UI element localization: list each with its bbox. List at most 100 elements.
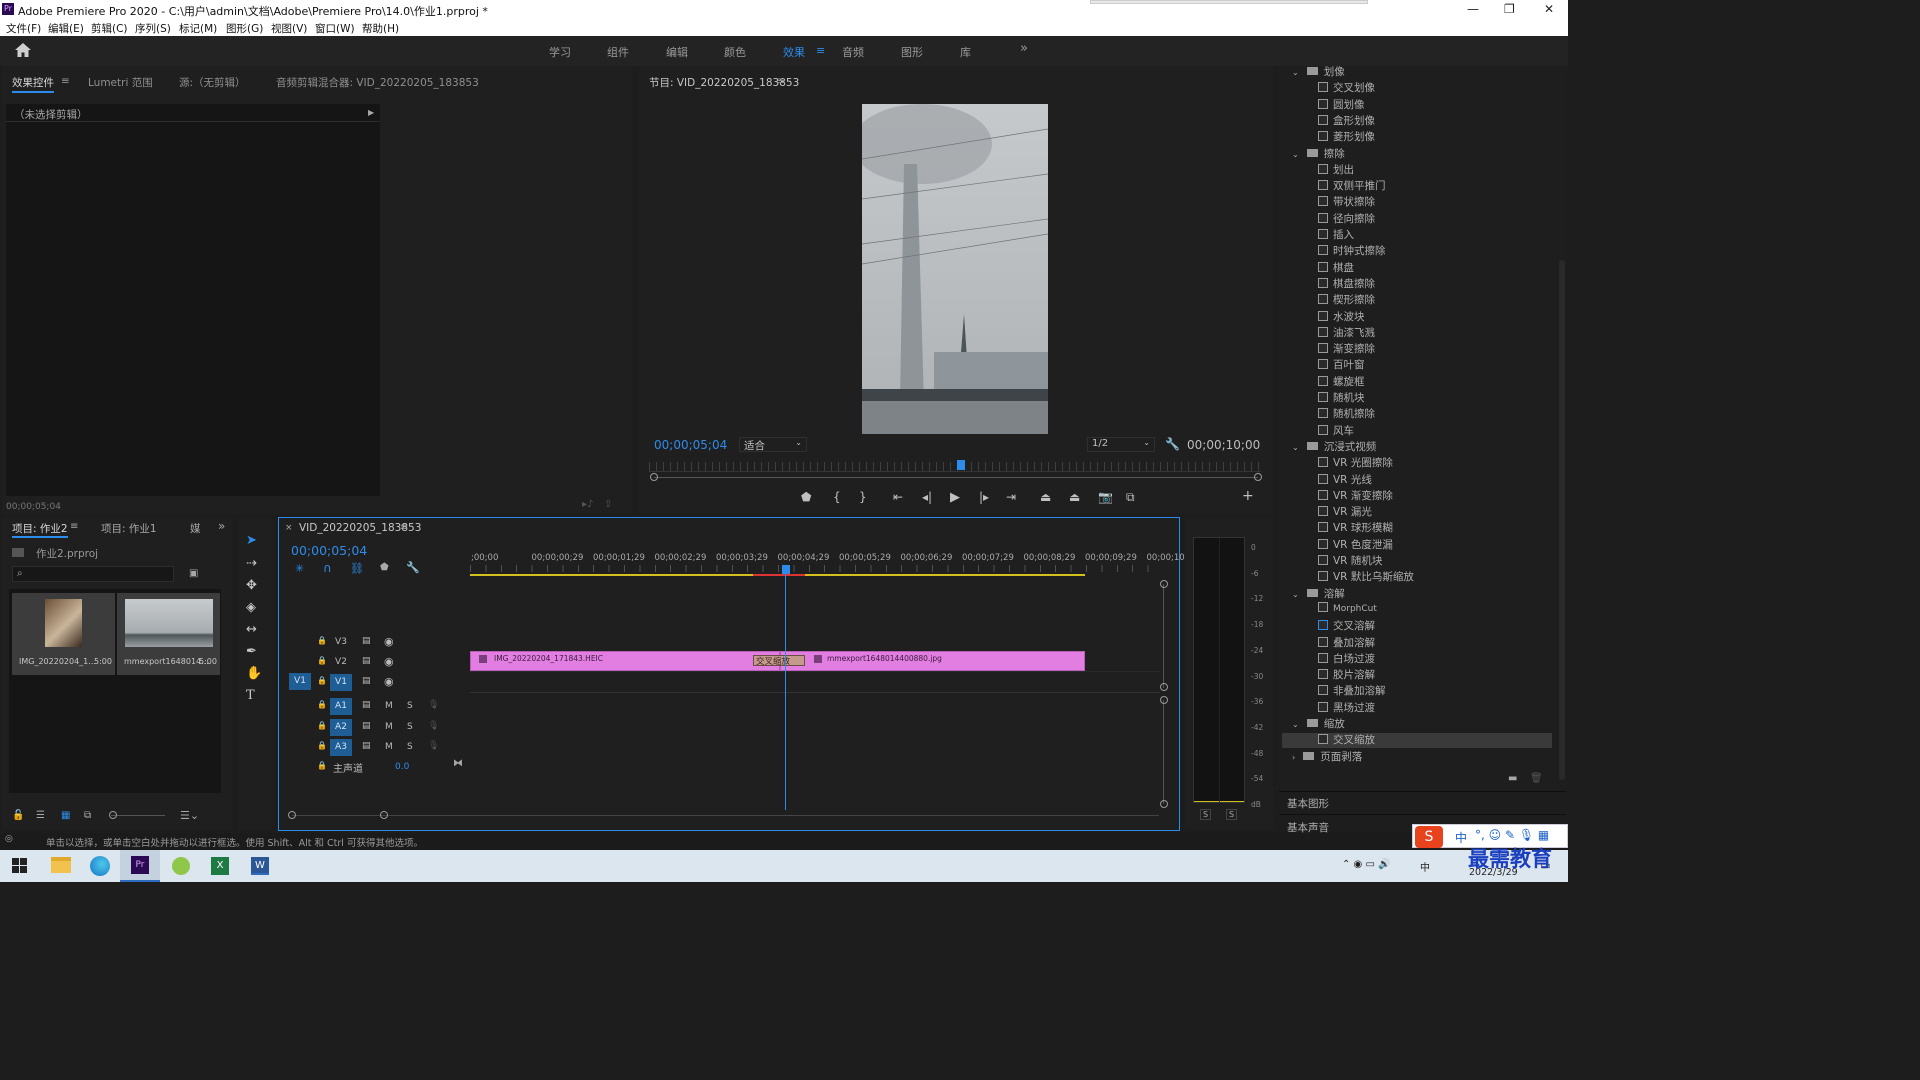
step-back-icon[interactable]: ◂| bbox=[922, 490, 932, 504]
tab-media-browser[interactable]: 媒 bbox=[190, 521, 201, 536]
effects-item[interactable]: 交叉溶解 bbox=[1318, 618, 1375, 633]
maximize-button[interactable]: ❐ bbox=[1504, 2, 1515, 16]
track-label[interactable]: V2 bbox=[330, 654, 352, 671]
effects-item[interactable]: 盒形划像 bbox=[1318, 113, 1375, 128]
snap-icon[interactable]: ∩ bbox=[323, 561, 332, 575]
vertical-scroll-v[interactable] bbox=[1163, 584, 1164, 688]
zoom-slider-handle[interactable] bbox=[109, 811, 117, 819]
timeline-timecode[interactable]: 00;00;05;04 bbox=[291, 543, 367, 558]
master-transition-icon[interactable]: ⧓ bbox=[453, 758, 463, 769]
menu-file[interactable]: 文件(F) bbox=[6, 21, 41, 36]
effects-item[interactable]: 棋盘擦除 bbox=[1318, 276, 1375, 291]
mute-button[interactable]: M bbox=[385, 722, 393, 732]
mark-out-icon[interactable]: } bbox=[859, 490, 867, 504]
camera-icon[interactable]: 📷 bbox=[1098, 490, 1113, 504]
effects-item[interactable]: VR 光线 bbox=[1318, 472, 1372, 487]
excel-icon[interactable]: X bbox=[211, 857, 229, 875]
home-icon[interactable] bbox=[15, 43, 31, 57]
selection-tool-icon[interactable]: ➤ bbox=[246, 533, 257, 548]
effects-item[interactable]: 楔形擦除 bbox=[1318, 292, 1375, 307]
add-marker-icon[interactable]: ⬟ bbox=[380, 562, 389, 573]
linked-selection-icon[interactable]: ⛓ bbox=[350, 562, 364, 575]
track-label[interactable]: V3 bbox=[330, 634, 352, 651]
effects-item[interactable]: 双侧平推门 bbox=[1318, 178, 1386, 193]
microphone-icon[interactable]: 🎙 bbox=[428, 700, 439, 710]
program-timecode[interactable]: 00;00;05;04 bbox=[654, 438, 727, 452]
sequence-menu-icon[interactable]: ≡ bbox=[400, 522, 408, 533]
effects-item[interactable]: VR 默比乌斯缩放 bbox=[1318, 569, 1414, 584]
tab-project-1-label[interactable]: 项目: 作业1 bbox=[101, 521, 157, 536]
effects-item[interactable]: 黑场过渡 bbox=[1318, 700, 1375, 715]
pen-tool-icon[interactable]: ✒ bbox=[246, 644, 257, 659]
workspace-graphics[interactable]: 图形 bbox=[901, 44, 923, 60]
menu-view[interactable]: 视图(V) bbox=[271, 21, 307, 36]
lock-icon[interactable]: 🔒 bbox=[317, 700, 327, 709]
effects-item[interactable]: 带状擦除 bbox=[1318, 194, 1375, 209]
effects-folder[interactable]: ⌄ 溶解 bbox=[1292, 586, 1345, 601]
effects-folder[interactable]: ⌄ 划像 bbox=[1292, 64, 1345, 79]
effects-item[interactable]: MorphCut bbox=[1318, 601, 1377, 614]
effects-item[interactable]: 径向擦除 bbox=[1318, 211, 1375, 226]
lift-icon[interactable]: ⏏ bbox=[1040, 490, 1051, 504]
effects-item[interactable]: VR 漏光 bbox=[1318, 504, 1372, 519]
effects-item[interactable]: 水波块 bbox=[1318, 309, 1365, 324]
microphone-icon[interactable]: 🎙 bbox=[428, 741, 439, 751]
tab-project-2[interactable]: 项目: 作业2 bbox=[12, 521, 68, 538]
tab-effect-controls[interactable]: 效果控件 bbox=[12, 75, 54, 93]
effects-item[interactable]: 百叶窗 bbox=[1318, 357, 1365, 372]
effects-item[interactable]: 时钟式擦除 bbox=[1318, 243, 1386, 258]
track-label[interactable]: V1 bbox=[330, 674, 352, 691]
add-button-icon[interactable]: + bbox=[1242, 488, 1254, 504]
effects-item[interactable]: VR 球形模糊 bbox=[1318, 520, 1393, 535]
windows-start-icon[interactable] bbox=[12, 858, 27, 873]
menu-sequence[interactable]: 序列(S) bbox=[135, 21, 171, 36]
mute-button[interactable]: M bbox=[385, 742, 393, 752]
type-tool-icon[interactable]: T bbox=[246, 688, 255, 703]
solo-left-button[interactable]: S bbox=[1200, 809, 1212, 820]
compare-view-icon[interactable]: ⧉ bbox=[1126, 490, 1135, 505]
project-menu-icon[interactable]: ≡ bbox=[70, 521, 78, 532]
menu-graphics[interactable]: 图形(G) bbox=[226, 21, 263, 36]
new-bin-from-search-icon[interactable]: ▣ bbox=[189, 568, 198, 579]
workspace-overflow-icon[interactable]: » bbox=[1020, 41, 1028, 56]
eye-icon[interactable]: ◉ bbox=[384, 635, 394, 648]
extract-icon[interactable]: ⏏ bbox=[1069, 490, 1080, 504]
solo-button[interactable]: S bbox=[407, 701, 413, 711]
workspace-effects-menu-icon[interactable]: ≡ bbox=[816, 44, 825, 57]
sync-lock-icon[interactable]: ▤ bbox=[362, 676, 371, 686]
effects-item[interactable]: 划出 bbox=[1318, 162, 1354, 177]
effects-item[interactable]: VR 光圈擦除 bbox=[1318, 455, 1393, 470]
slip-tool-icon[interactable]: ↔ bbox=[246, 622, 257, 637]
master-lock-icon[interactable]: 🔒 bbox=[317, 761, 327, 770]
effects-item[interactable]: 交叉缩放 bbox=[1318, 732, 1375, 747]
tab-source[interactable]: 源:（无剪辑） bbox=[179, 75, 246, 90]
scroll-handle[interactable] bbox=[1160, 800, 1168, 808]
nest-toggle-icon[interactable]: ✳ bbox=[295, 562, 304, 575]
effects-item[interactable]: 叠加溶解 bbox=[1318, 635, 1375, 650]
ime-indicator[interactable]: 中 bbox=[1420, 859, 1430, 874]
zoom-handle-left[interactable] bbox=[650, 473, 658, 481]
close-window-button[interactable]: ✕ bbox=[1544, 2, 1554, 16]
window-search-box[interactable] bbox=[1090, 0, 1368, 4]
resolution-select[interactable]: 1/2 ⌄ bbox=[1087, 437, 1155, 452]
step-forward-icon[interactable]: |▸ bbox=[979, 490, 989, 504]
timeline-settings-icon[interactable]: 🔧 bbox=[406, 561, 420, 574]
sync-lock-icon[interactable]: ▤ bbox=[362, 656, 371, 666]
eye-icon[interactable]: ◉ bbox=[384, 655, 394, 668]
sync-lock-icon[interactable]: ▤ bbox=[362, 741, 371, 751]
list-view-icon[interactable]: ☰ bbox=[36, 810, 45, 821]
sync-lock-icon[interactable]: ▤ bbox=[362, 636, 371, 646]
effects-item[interactable]: 渐变擦除 bbox=[1318, 341, 1375, 356]
lock-icon[interactable]: 🔒 bbox=[317, 741, 327, 750]
go-to-out-icon[interactable]: ⇥ bbox=[1006, 490, 1016, 504]
effects-item[interactable]: 白场过渡 bbox=[1318, 651, 1375, 666]
sync-lock-icon[interactable]: ▤ bbox=[362, 700, 371, 710]
project-item-image[interactable]: IMG_20220204_1... 5:00 bbox=[12, 593, 115, 675]
lock-icon[interactable]: 🔒 bbox=[317, 636, 327, 645]
effect-controls-menu-icon[interactable]: ≡ bbox=[61, 75, 70, 87]
go-to-in-icon[interactable]: ⇤ bbox=[893, 490, 903, 504]
lock-icon[interactable]: 🔒 bbox=[317, 676, 327, 685]
source-patch-v1[interactable]: V1 bbox=[289, 673, 311, 690]
add-marker-icon[interactable]: ⬟ bbox=[801, 490, 811, 504]
effects-item[interactable]: 油漆飞溅 bbox=[1318, 325, 1375, 340]
